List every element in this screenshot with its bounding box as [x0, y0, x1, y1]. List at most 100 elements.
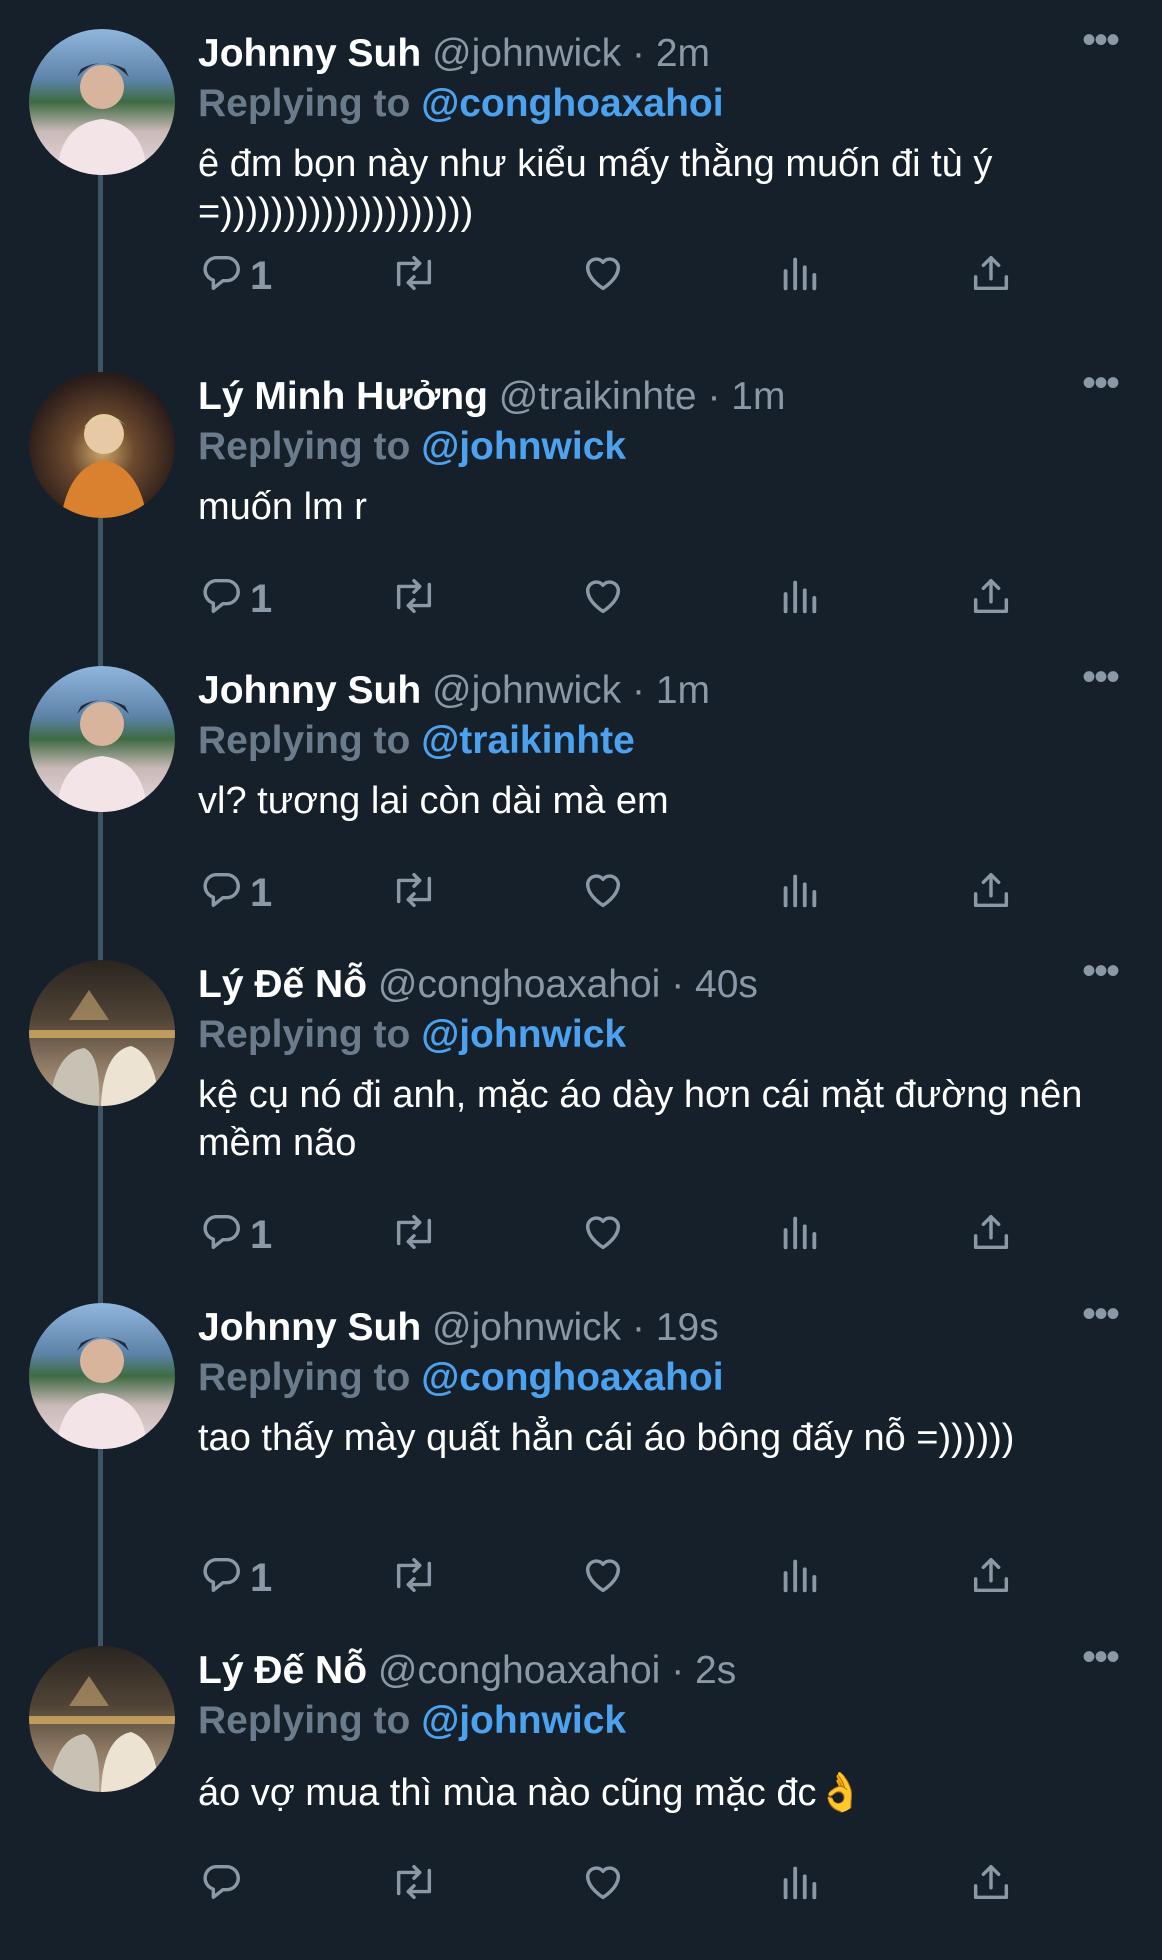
- analytics-icon: [783, 1866, 817, 1900]
- like-button[interactable]: [580, 250, 626, 300]
- like-button[interactable]: [580, 1552, 626, 1602]
- replying-to-handle[interactable]: @johnwick: [421, 1013, 626, 1056]
- share-icon: [973, 255, 1009, 291]
- display-name[interactable]: Lý Đế Nỗ: [198, 963, 367, 1006]
- user-handle[interactable]: @conghoaxahoi: [378, 1649, 660, 1692]
- timestamp[interactable]: · 2s: [671, 1649, 736, 1692]
- heart-icon: [585, 1866, 621, 1900]
- reply-count: 1: [250, 1556, 273, 1600]
- like-button[interactable]: [580, 867, 626, 917]
- timestamp[interactable]: · 40s: [671, 963, 758, 1006]
- replying-to-handle[interactable]: @conghoaxahoi: [421, 1356, 723, 1399]
- share-button[interactable]: [968, 867, 1014, 917]
- retweet-icon: [396, 1214, 432, 1250]
- retweet-button[interactable]: [388, 250, 440, 300]
- avatar[interactable]: [29, 29, 175, 175]
- share-button[interactable]: [968, 573, 1014, 623]
- replying-to: Replying to @johnwick: [198, 1009, 626, 1061]
- tweet[interactable]: Johnny Suh @johnwick · 2m ••• Replying t…: [0, 0, 1162, 343]
- heart-icon: [585, 257, 621, 291]
- views-button[interactable]: [776, 1552, 822, 1602]
- like-button[interactable]: [580, 1209, 626, 1259]
- share-button[interactable]: [968, 1859, 1014, 1909]
- replying-to: Replying to @conghoaxahoi: [198, 78, 724, 130]
- views-button[interactable]: [776, 573, 822, 623]
- more-options-icon[interactable]: •••: [1082, 1294, 1126, 1344]
- tweet-actions: 1: [198, 573, 1058, 623]
- tweet-text: vl? tương lai còn dài mà em: [198, 780, 669, 822]
- tweet[interactable]: Lý Minh Hưởng @traikinhte · 1m ••• Reply…: [0, 343, 1162, 686]
- conversation-thread: Johnny Suh @johnwick · 2m ••• Replying t…: [0, 0, 1162, 1920]
- reply-button[interactable]: 1: [198, 250, 272, 300]
- retweet-button[interactable]: [388, 867, 440, 917]
- tweet-header: Johnny Suh @johnwick · 1m: [198, 665, 710, 717]
- replying-to-handle[interactable]: @traikinhte: [421, 719, 635, 762]
- replying-to-label: Replying to: [198, 1356, 411, 1399]
- user-handle[interactable]: @johnwick: [432, 32, 621, 75]
- more-options-icon[interactable]: •••: [1082, 951, 1126, 1001]
- tweet[interactable]: Lý Đế Nỗ @conghoaxahoi · 40s ••• Replyin…: [0, 931, 1162, 1274]
- avatar[interactable]: [29, 666, 175, 812]
- more-options-icon[interactable]: •••: [1082, 20, 1126, 70]
- retweet-button[interactable]: [388, 1209, 440, 1259]
- avatar[interactable]: [29, 1303, 175, 1449]
- more-options-icon[interactable]: •••: [1082, 1637, 1126, 1687]
- replying-to-handle[interactable]: @conghoaxahoi: [421, 82, 723, 125]
- views-button[interactable]: [776, 1859, 822, 1909]
- reply-button[interactable]: 1: [198, 573, 272, 623]
- user-handle[interactable]: @traikinhte: [499, 375, 697, 418]
- display-name[interactable]: Johnny Suh: [198, 669, 421, 712]
- avatar[interactable]: [29, 960, 175, 1106]
- retweet-button[interactable]: [388, 1552, 440, 1602]
- replying-to-handle[interactable]: @johnwick: [421, 425, 626, 468]
- retweet-button[interactable]: [388, 1859, 440, 1909]
- timestamp[interactable]: · 2m: [632, 32, 710, 75]
- retweet-icon: [396, 872, 432, 908]
- timestamp[interactable]: · 1m: [707, 375, 785, 418]
- heart-icon: [585, 874, 621, 908]
- user-handle[interactable]: @conghoaxahoi: [378, 963, 660, 1006]
- tweet[interactable]: Lý Đế Nỗ @conghoaxahoi · 2s ••• Replying…: [0, 1617, 1162, 1960]
- display-name[interactable]: Lý Đế Nỗ: [198, 1649, 367, 1692]
- retweet-button[interactable]: [388, 573, 440, 623]
- display-name[interactable]: Johnny Suh: [198, 32, 421, 75]
- tweet[interactable]: Johnny Suh @johnwick · 1m ••• Replying t…: [0, 637, 1162, 980]
- retweet-icon: [396, 578, 432, 614]
- reply-button[interactable]: 1: [198, 867, 272, 917]
- avatar[interactable]: [29, 1646, 175, 1792]
- like-button[interactable]: [580, 573, 626, 623]
- views-button[interactable]: [776, 1209, 822, 1259]
- tweet-actions: 1: [198, 867, 1058, 917]
- reply-button[interactable]: 1: [198, 1552, 272, 1602]
- retweet-icon: [396, 1864, 432, 1900]
- user-handle[interactable]: @johnwick: [432, 669, 621, 712]
- views-button[interactable]: [776, 250, 822, 300]
- avatar[interactable]: [29, 372, 175, 518]
- analytics-icon: [783, 257, 817, 291]
- reply-icon: [203, 578, 240, 614]
- replying-to: Replying to @johnwick: [198, 421, 626, 473]
- reply-button[interactable]: 1: [198, 1209, 272, 1259]
- tweet[interactable]: Johnny Suh @johnwick · 19s ••• Replying …: [0, 1274, 1162, 1617]
- replying-to-label: Replying to: [198, 82, 411, 125]
- tweet-header: Lý Đế Nỗ @conghoaxahoi · 2s: [198, 1645, 736, 1697]
- reply-button[interactable]: [198, 1859, 244, 1909]
- share-button[interactable]: [968, 250, 1014, 300]
- reply-icon: [203, 872, 240, 908]
- more-options-icon[interactable]: •••: [1082, 363, 1126, 413]
- tweet-text: áo vợ mua thì mùa nào cũng mặc đc👌: [198, 1772, 864, 1814]
- more-options-icon[interactable]: •••: [1082, 657, 1126, 707]
- replying-to-handle[interactable]: @johnwick: [421, 1699, 626, 1742]
- replying-to-label: Replying to: [198, 1013, 411, 1056]
- display-name[interactable]: Johnny Suh: [198, 1306, 421, 1349]
- user-handle[interactable]: @johnwick: [432, 1306, 621, 1349]
- timestamp[interactable]: · 1m: [632, 669, 710, 712]
- views-button[interactable]: [776, 867, 822, 917]
- reply-icon: [203, 1557, 240, 1593]
- timestamp[interactable]: · 19s: [632, 1306, 719, 1349]
- share-button[interactable]: [968, 1552, 1014, 1602]
- share-button[interactable]: [968, 1209, 1014, 1259]
- tweet-actions: 1: [198, 1209, 1058, 1259]
- display-name[interactable]: Lý Minh Hưởng: [198, 375, 488, 418]
- like-button[interactable]: [580, 1859, 626, 1909]
